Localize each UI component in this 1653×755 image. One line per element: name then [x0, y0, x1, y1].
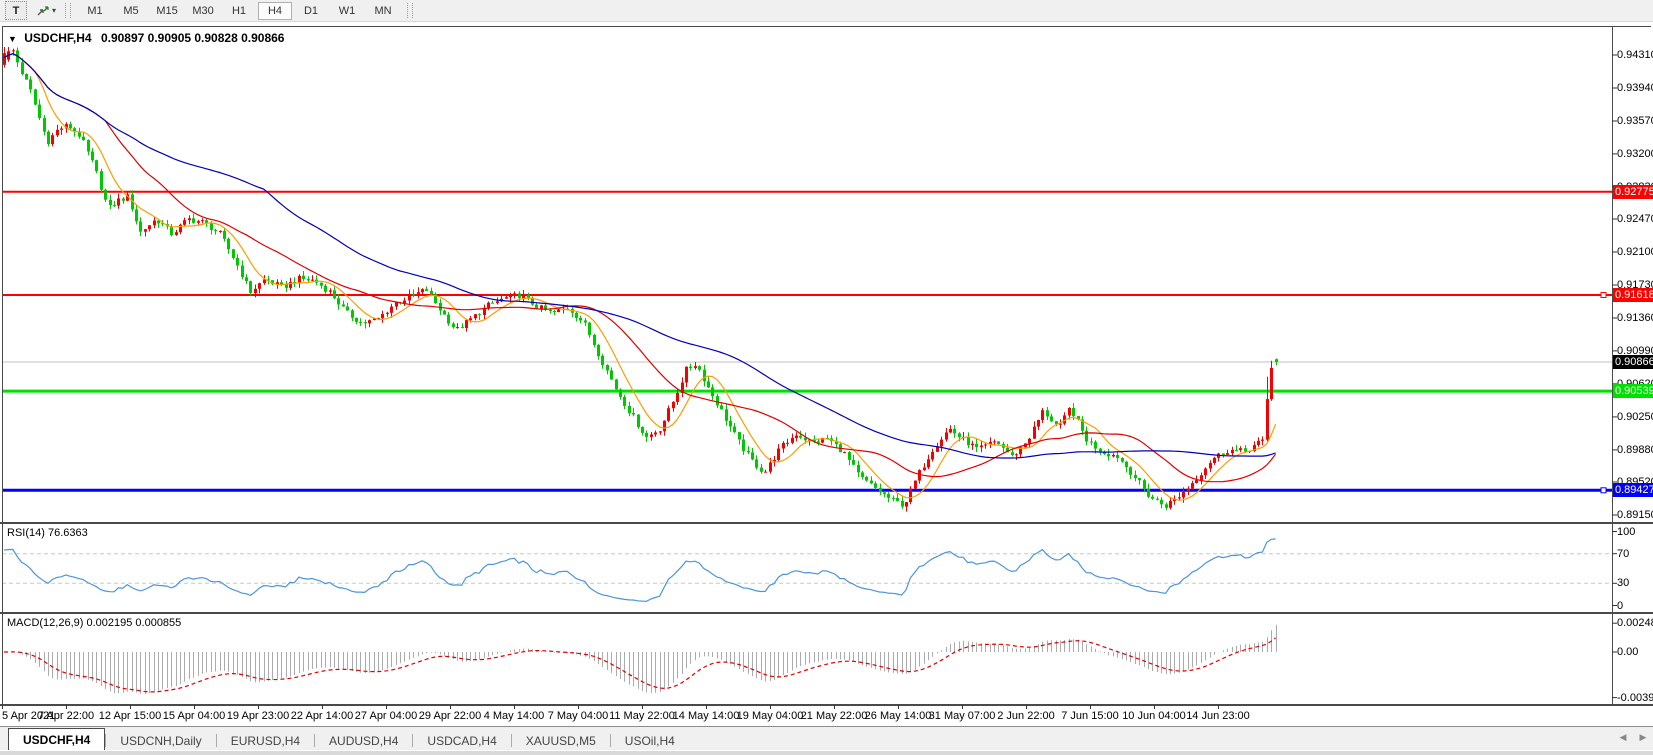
- chart-ohlc-values: 0.90897 0.90905 0.90828 0.90866: [101, 31, 285, 45]
- rsi-indicator-label: RSI(14) 76.6363: [7, 527, 88, 539]
- hline-price-label: 0.90539: [1613, 384, 1653, 398]
- price-axis-label: 0.92100: [1617, 245, 1653, 259]
- price-axis-label: 0.92470: [1617, 212, 1653, 226]
- hline-price-label: 0.89427: [1613, 483, 1653, 497]
- tab-scroll-right-button[interactable]: ▶: [1636, 732, 1650, 743]
- macd-axis-label: 0.00: [1617, 645, 1638, 659]
- status-strip: [0, 750, 1653, 755]
- tab-usdcad-h4[interactable]: USDCAD,H4: [413, 731, 510, 751]
- tab-usoil-h4[interactable]: USOil,H4: [611, 731, 689, 751]
- price-axis-label: 0.91360: [1617, 311, 1653, 325]
- price-axis-label: 0.89150: [1617, 508, 1653, 522]
- price-chart-canvas[interactable]: [0, 0, 1653, 754]
- price-axis-label: 0.93200: [1617, 147, 1653, 161]
- hline-price-label: 0.91618: [1613, 288, 1653, 302]
- price-axis-label: 0.93570: [1617, 114, 1653, 128]
- chart-dropdown-icon[interactable]: ▼: [8, 34, 17, 44]
- price-axis-label: 0.94310: [1617, 48, 1653, 62]
- tab-scroll-left-button[interactable]: ◀: [1616, 732, 1630, 743]
- tab-xauusd-m5[interactable]: XAUUSD,M5: [512, 731, 610, 751]
- tab-usdchf-h4[interactable]: USDCHF,H4: [8, 728, 105, 751]
- price-axis-label: 0.93940: [1617, 81, 1653, 95]
- symbol-tab-bar: USDCHF,H4USDCNH,DailyEURUSD,H4AUDUSD,H4U…: [0, 726, 1653, 751]
- date-axis-label: 14 Jun 23:00: [1178, 710, 1258, 722]
- rsi-axis-label: 70: [1617, 547, 1629, 561]
- macd-indicator-label: MACD(12,26,9) 0.002195 0.000855: [7, 617, 181, 629]
- tab-usdcnh-daily[interactable]: USDCNH,Daily: [106, 731, 215, 751]
- macd-axis-label: -0.00394: [1617, 691, 1653, 705]
- current-price-label: 0.90866: [1613, 355, 1653, 369]
- chart-title: ▼ USDCHF,H4 0.90897 0.90905 0.90828 0.90…: [8, 31, 284, 45]
- rsi-axis-label: 30: [1617, 576, 1629, 590]
- rsi-axis-label: 0: [1617, 599, 1623, 613]
- rsi-axis-label: 100: [1617, 525, 1635, 539]
- macd-axis-label: 0.002487: [1617, 616, 1653, 630]
- chart-symbol-period: USDCHF,H4: [24, 31, 91, 45]
- tab-eurusd-h4[interactable]: EURUSD,H4: [217, 731, 314, 751]
- price-axis-label: 0.90250: [1617, 410, 1653, 424]
- tab-audusd-h4[interactable]: AUDUSD,H4: [315, 731, 412, 751]
- price-axis-label: 0.89880: [1617, 443, 1653, 457]
- hline-price-label: 0.92775: [1613, 185, 1653, 199]
